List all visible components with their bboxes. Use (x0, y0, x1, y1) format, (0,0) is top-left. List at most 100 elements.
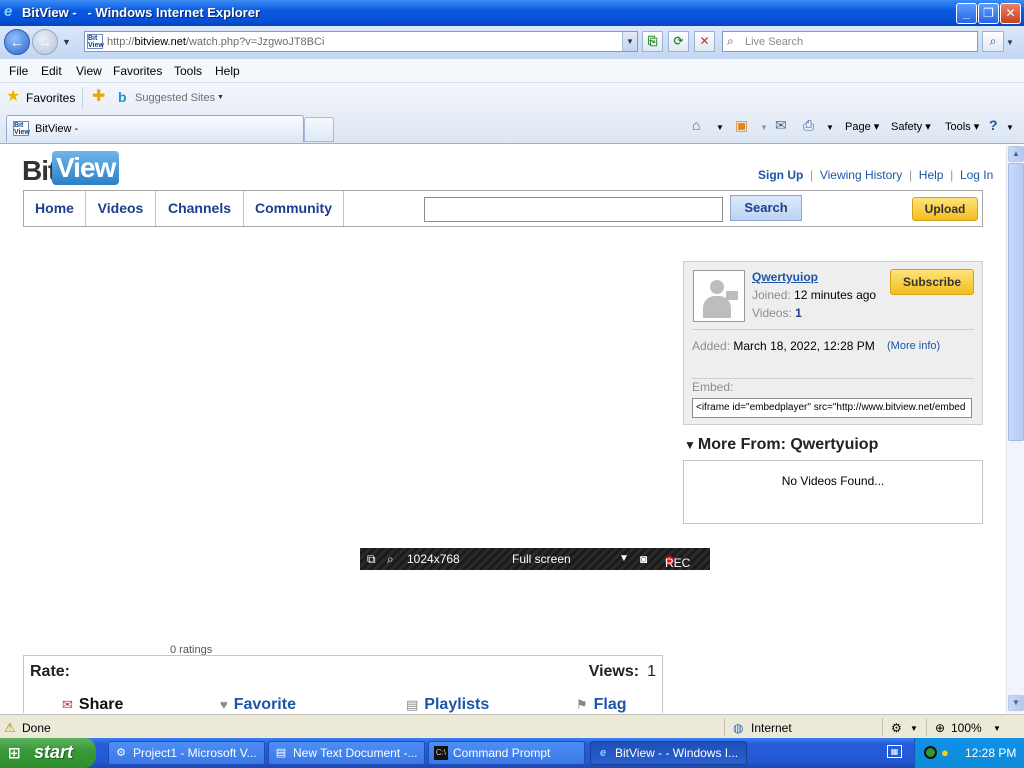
more-from-heading[interactable]: ▼ More From: Qwertyuiop (684, 436, 878, 454)
favorites-star-icon[interactable]: ★ (6, 89, 20, 105)
forward-button[interactable]: → (32, 29, 58, 55)
protected-mode-dropdown-icon[interactable]: ▼ (910, 724, 918, 733)
scroll-up-icon[interactable]: ▲ (1008, 146, 1024, 162)
joined-label: Joined: (752, 288, 791, 302)
address-dropdown-icon[interactable]: ▼ (622, 32, 637, 51)
share-button[interactable]: ✉ Share (62, 696, 123, 713)
add-to-favorites-bar-icon[interactable]: ✚ (92, 89, 105, 105)
home-dropdown-icon[interactable]: ▼ (716, 123, 724, 132)
site-search-input[interactable] (424, 197, 723, 222)
scroll-down-icon[interactable]: ▼ (1008, 695, 1024, 711)
recorder-resolution[interactable]: 1024x768 (407, 552, 460, 566)
close-button[interactable]: ✕ (1000, 3, 1021, 24)
no-videos-message: No Videos Found... (781, 474, 885, 488)
address-url[interactable]: http://bitview.net/watch.php?v=JzgwoJT8B… (107, 36, 324, 48)
taskbar-item-vb[interactable]: ⚙ Project1 - Microsoft V... (108, 741, 265, 765)
tab-favicon-icon: Bit View (13, 121, 30, 136)
divider (692, 378, 974, 379)
zoom-icon[interactable]: ⌕ (387, 552, 394, 567)
collapse-triangle-icon[interactable]: ▼ (684, 438, 696, 452)
zoom-level[interactable]: 100% (951, 721, 982, 735)
camera-icon[interactable]: ◙ (640, 552, 647, 566)
new-tab-button[interactable] (304, 117, 334, 142)
help-dropdown-icon[interactable]: ▼ (1006, 123, 1014, 132)
keyboard-icon[interactable]: ▦ (887, 745, 902, 758)
nav-home[interactable]: Home (24, 191, 86, 226)
channel-avatar[interactable] (693, 270, 745, 322)
zone-text: Internet (751, 721, 792, 735)
maximize-button[interactable]: ❐ (978, 3, 999, 24)
taskbar-item-notepad[interactable]: ▤ New Text Document -... (268, 741, 425, 765)
tools-menu[interactable]: Tools ▾ (945, 120, 979, 133)
refresh-icon[interactable]: ⟳ (668, 31, 689, 52)
feeds-icon[interactable]: ▣ (735, 118, 748, 132)
back-button[interactable]: ← (4, 29, 30, 55)
tray-app-icon[interactable] (924, 746, 937, 759)
menu-edit[interactable]: Edit (41, 64, 62, 78)
subscribe-button[interactable]: Subscribe (890, 269, 974, 295)
history-dropdown-icon[interactable]: ▼ (62, 37, 71, 47)
taskbar-item-label: Project1 - Microsoft V... (133, 746, 257, 760)
site-search-button[interactable]: Search (730, 195, 802, 221)
sign-up-link[interactable]: Sign Up (758, 168, 803, 182)
taskbar: ⊞ start ⚙ Project1 - Microsoft V... ▤ Ne… (0, 738, 1024, 768)
help-icon[interactable]: ? (989, 118, 998, 132)
page-menu[interactable]: Page ▾ (845, 120, 879, 133)
top-links: Sign Up | Viewing History | Help | Log I… (758, 168, 993, 182)
tray-network-icon[interactable]: ● (941, 746, 949, 759)
upload-button[interactable]: Upload (912, 197, 978, 221)
address-bar[interactable]: Bit View http://bitview.net/watch.php?v=J… (84, 31, 638, 52)
suggested-sites-link[interactable]: Suggested Sites (135, 92, 215, 104)
compatibility-view-icon[interactable]: ⎘ (642, 31, 663, 52)
taskbar-item-ie[interactable]: e BitView - - Windows I... (590, 741, 747, 765)
channel-name-link[interactable]: Qwertyuiop (752, 270, 818, 284)
clock[interactable]: 12:28 PM (965, 746, 1016, 760)
home-icon[interactable]: ⌂ (692, 118, 700, 132)
viewing-history-link[interactable]: Viewing History (820, 168, 902, 182)
search-options-dropdown-icon[interactable]: ▼ (1006, 38, 1014, 47)
zoom-level-icon[interactable]: ⊕ (935, 721, 945, 735)
menu-file[interactable]: File (9, 64, 28, 78)
taskbar-item-label: BitView - - Windows I... (615, 746, 739, 760)
search-input[interactable]: ⌕ Live Search (722, 31, 978, 52)
protected-mode-icon[interactable]: ⚙ (891, 721, 902, 735)
menu-favorites[interactable]: Favorites (113, 64, 162, 78)
start-button[interactable]: ⊞ start (0, 738, 96, 768)
window-titlebar: e BitView - - Windows Internet Explorer … (0, 0, 1024, 26)
flag-icon: ⚑ (576, 697, 588, 712)
link-separator: | (806, 168, 817, 182)
search-go-icon[interactable]: ⌕ (982, 31, 1004, 52)
recorder-mode[interactable]: Full screen (512, 552, 571, 566)
channel-joined: Joined: 12 minutes ago (752, 288, 876, 302)
print-icon[interactable]: ⎙ (803, 118, 814, 132)
recorder-dropdown-icon[interactable]: ▼ (619, 553, 629, 564)
help-link[interactable]: Help (919, 168, 944, 182)
restore-window-icon[interactable]: ⧉ (367, 552, 376, 567)
stop-icon[interactable]: ✕ (694, 31, 715, 52)
more-info-link[interactable]: (More info) (887, 340, 940, 352)
favorite-button[interactable]: ♥ Favorite (220, 696, 296, 713)
safety-menu[interactable]: Safety ▾ (891, 120, 931, 133)
nav-community[interactable]: Community (244, 191, 344, 226)
embed-code-field[interactable]: <iframe id="embedplayer" src="http://www… (692, 398, 972, 418)
tab-bitview[interactable]: Bit View BitView - (6, 115, 304, 142)
zoom-dropdown-icon[interactable]: ▼ (993, 724, 1001, 733)
feeds-dropdown-icon[interactable]: ▼ (760, 123, 768, 132)
playlists-button[interactable]: ▤ Playlists (406, 696, 489, 713)
print-dropdown-icon[interactable]: ▼ (826, 123, 834, 132)
taskbar-item-cmd[interactable]: C:\ Command Prompt (428, 741, 585, 765)
minimize-button[interactable]: _ (956, 3, 977, 24)
vertical-scrollbar[interactable]: ▲ ▼ (1006, 145, 1024, 713)
scroll-thumb[interactable] (1008, 163, 1024, 441)
nav-channels[interactable]: Channels (156, 191, 244, 226)
status-divider (882, 718, 883, 736)
nav-videos[interactable]: Videos (86, 191, 156, 226)
flag-button[interactable]: ⚑ Flag (576, 696, 627, 713)
suggested-sites-dropdown-icon[interactable]: ▼ (217, 94, 224, 101)
read-mail-icon[interactable]: ✉ (775, 118, 787, 132)
log-in-link[interactable]: Log In (960, 168, 993, 182)
menu-view[interactable]: View (76, 64, 102, 78)
favorites-button[interactable]: Favorites (26, 91, 75, 105)
menu-tools[interactable]: Tools (174, 64, 202, 78)
menu-help[interactable]: Help (215, 64, 240, 78)
